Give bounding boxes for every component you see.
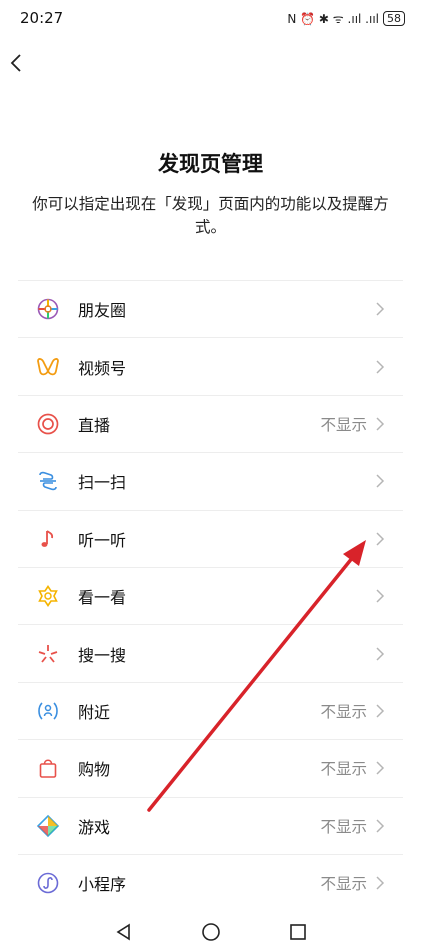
chevron-left-icon bbox=[10, 54, 21, 72]
item-value: 不显示 bbox=[320, 702, 367, 721]
chevron-right-icon bbox=[376, 647, 385, 661]
listen-icon bbox=[36, 527, 60, 551]
status-bar: 20:27 N ⏰ ✱ ᯤ .ııl .ııl 58 bbox=[0, 0, 421, 36]
nav-home-icon[interactable] bbox=[200, 921, 222, 943]
channels-icon bbox=[36, 355, 60, 379]
status-time: 20:27 bbox=[20, 9, 64, 27]
item-label: 直播 bbox=[78, 415, 111, 435]
chevron-right-icon bbox=[376, 360, 385, 374]
nav-back-icon[interactable] bbox=[114, 922, 134, 942]
item-label: 听一听 bbox=[78, 530, 127, 550]
item-value: 不显示 bbox=[320, 817, 367, 836]
list-item-channels[interactable]: 视频号 bbox=[18, 337, 403, 394]
item-label: 扫一扫 bbox=[78, 473, 127, 493]
top-stories-icon bbox=[36, 584, 60, 608]
chevron-right-icon bbox=[376, 302, 385, 316]
list-item-games[interactable]: 游戏 不显示 bbox=[18, 796, 403, 854]
page-title: 发现页管理 bbox=[158, 152, 263, 176]
scan-icon bbox=[36, 469, 60, 493]
list-item-top-stories[interactable]: 看一看 bbox=[18, 566, 403, 624]
nearby-icon bbox=[36, 699, 60, 723]
system-nav-bar bbox=[0, 912, 421, 951]
chevron-right-icon bbox=[376, 589, 385, 603]
chevron-right-icon bbox=[376, 876, 385, 890]
item-value: 不显示 bbox=[320, 875, 367, 894]
item-label: 附近 bbox=[78, 702, 111, 722]
list-item-nearby[interactable]: 附近 不显示 bbox=[18, 681, 403, 739]
chevron-right-icon bbox=[376, 761, 385, 775]
chevron-right-icon bbox=[376, 704, 385, 718]
list-item-listen[interactable]: 听一听 bbox=[18, 509, 403, 567]
shopping-icon bbox=[36, 756, 60, 780]
item-value: 不显示 bbox=[320, 760, 367, 779]
item-label: 搜一搜 bbox=[78, 645, 127, 665]
status-icons: N ⏰ ✱ ᯤ .ııl .ııl 58 bbox=[287, 10, 405, 27]
back-button[interactable] bbox=[6, 50, 30, 76]
live-icon bbox=[36, 412, 60, 436]
list-item-mini-programs[interactable]: 小程序 不显示 bbox=[18, 853, 403, 911]
item-label: 小程序 bbox=[78, 875, 127, 895]
list-item-shopping[interactable]: 购物 不显示 bbox=[18, 739, 403, 796]
battery-icon: 58 bbox=[383, 10, 405, 26]
nav-recents-icon[interactable] bbox=[288, 922, 308, 942]
chevron-right-icon bbox=[376, 532, 385, 546]
item-label: 朋友圈 bbox=[78, 301, 127, 321]
games-icon bbox=[36, 814, 60, 838]
list-item-scan[interactable]: 扫一扫 bbox=[18, 452, 403, 509]
item-label: 游戏 bbox=[78, 817, 111, 837]
chevron-right-icon bbox=[376, 417, 385, 431]
search-icon bbox=[36, 642, 60, 666]
item-label: 视频号 bbox=[78, 358, 127, 378]
list-item-live[interactable]: 直播 不显示 bbox=[18, 394, 403, 452]
page-description: 你可以指定出现在「发现」页面内的功能以及提醒方式。 bbox=[32, 195, 389, 236]
item-label: 购物 bbox=[78, 760, 111, 780]
chevron-right-icon bbox=[376, 819, 385, 833]
chevron-right-icon bbox=[376, 474, 385, 488]
moments-icon bbox=[36, 297, 60, 321]
list-item-moments[interactable]: 朋友圈 bbox=[18, 280, 403, 337]
mini-programs-icon bbox=[36, 871, 60, 895]
item-value: 不显示 bbox=[320, 415, 367, 434]
item-label: 看一看 bbox=[78, 588, 127, 608]
discover-settings-list: 朋友圈 视频号 直播 不显示 扫一扫 听一听 看一看 搜一搜 附近 不显示 购物… bbox=[18, 280, 403, 911]
list-item-search[interactable]: 搜一搜 bbox=[18, 624, 403, 681]
signal-icons: N ⏰ ✱ ᯤ .ııl .ııl bbox=[287, 11, 379, 26]
